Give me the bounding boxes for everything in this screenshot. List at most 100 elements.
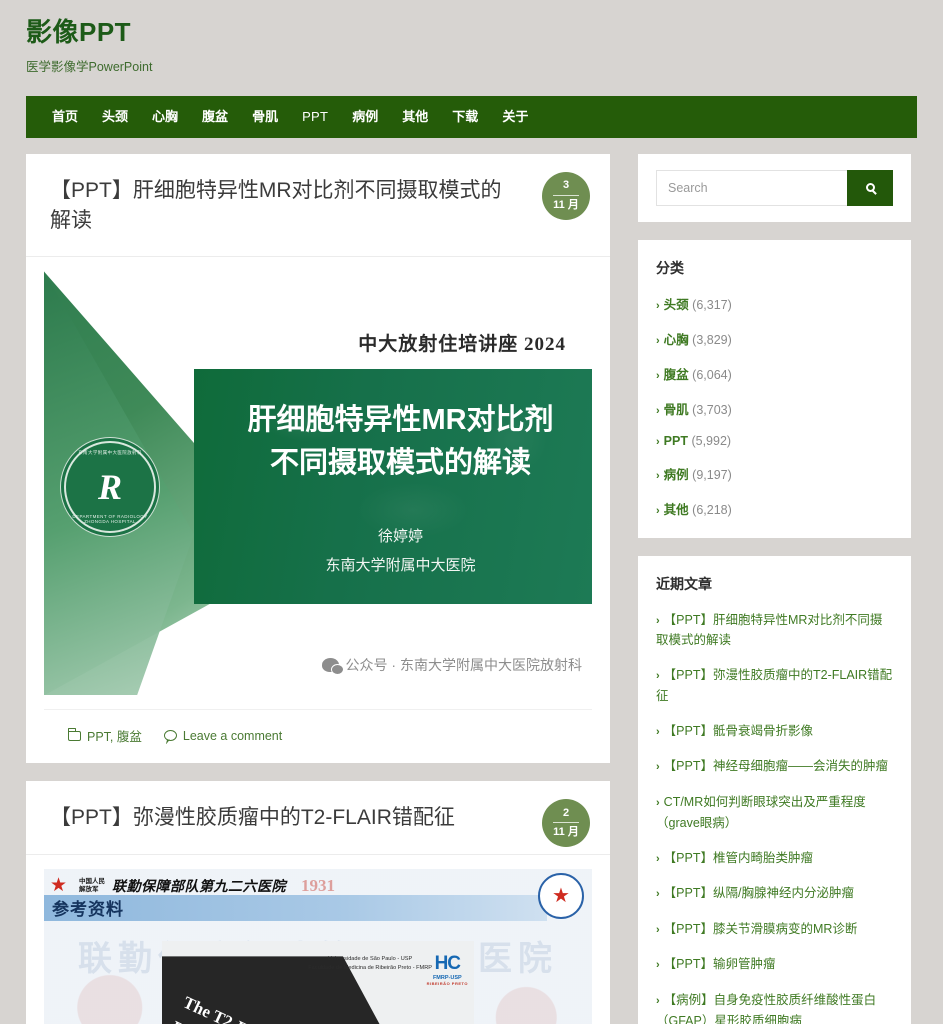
main-layout: 【PPT】肝细胞特异性MR对比剂不同摄取模式的解读 3 11 月 中大放射住培讲… — [0, 138, 943, 1024]
category-link[interactable]: 头颈 — [664, 298, 689, 312]
slide-footer-text: 公众号 · 东南大学附属中大医院放射科 — [345, 657, 582, 674]
comment-bubble-icon — [163, 730, 177, 742]
recent-post-link[interactable]: 【PPT】骶骨衰竭骨折影像 — [664, 724, 813, 738]
post-comment-link[interactable]: Leave a comment — [163, 729, 282, 743]
founding-year: 1931 — [301, 875, 335, 895]
nav-item-home[interactable]: 首页 — [40, 96, 90, 138]
slide-affiliation: 东南大学附属中大医院 — [325, 556, 476, 574]
category-count: (6,218) — [692, 502, 732, 517]
recent-posts-list: › 【PPT】肝细胞特异性MR对比剂不同摄取模式的解读 › 【PPT】弥漫性胶质瘤中… — [656, 610, 893, 1024]
recent-post-link[interactable]: 【PPT】肝细胞特异性MR对比剂不同摄取模式的解读 — [656, 613, 882, 648]
leave-comment-label[interactable]: Leave a comment — [183, 729, 282, 743]
post-categories[interactable]: PPT, 腹盆 — [67, 726, 142, 745]
nav-item-cases[interactable]: 病例 — [340, 96, 390, 138]
category-link[interactable]: 腹盆 — [664, 368, 689, 382]
nav-item-other[interactable]: 其他 — [390, 96, 440, 138]
search-input[interactable] — [656, 169, 847, 206]
chevron-right-icon: › — [656, 299, 660, 312]
category-link[interactable]: 其他 — [664, 503, 689, 517]
list-item[interactable]: › 【病例】自身免疫性胶质纤维酸性蛋白（GFAP）星形胶质细胞病 — [656, 990, 893, 1024]
list-item[interactable]: › 头颈 (6,317) — [656, 294, 893, 313]
chevron-right-icon: › — [656, 923, 660, 936]
list-item[interactable]: › CT/MR如何判断眼球突出及严重程度（grave眼病） — [656, 792, 893, 833]
recent-post-link[interactable]: CT/MR如何判断眼球突出及严重程度（grave眼病） — [656, 795, 866, 830]
list-item[interactable]: › 腹盆 (6,064) — [656, 364, 893, 383]
list-item[interactable]: › 其他 (6,218) — [656, 499, 893, 518]
recent-post-link[interactable]: 【PPT】膝关节滑膜病变的MR诊断 — [664, 922, 858, 936]
usp-affiliation: Universidade de São Paulo - USP Faculdad… — [308, 955, 432, 974]
list-item[interactable]: › 心胸 (3,829) — [656, 329, 893, 348]
folder-icon — [67, 727, 81, 741]
hc-logo-line-2: RIBEIRÃO PRETO — [426, 980, 468, 986]
list-item[interactable]: › 【PPT】输卵管肿瘤 — [656, 954, 893, 975]
site-header: 影像PPT 医学影像学PowerPoint — [0, 0, 943, 75]
nav-item-head-neck[interactable]: 头颈 — [90, 96, 140, 138]
chevron-right-icon: › — [656, 796, 660, 809]
featured-slide-image[interactable]: 中大放射住培讲座 2024 肝细胞特异性MR对比剂 不同摄取模式的解读 徐婷婷 … — [44, 271, 592, 696]
hospital-emblem-icon: ★ — [538, 872, 584, 919]
recent-post-link[interactable]: 【PPT】输卵管肿瘤 — [664, 957, 776, 971]
list-item[interactable]: › PPT (5,992) — [656, 434, 893, 448]
wechat-icon — [321, 658, 344, 676]
list-item[interactable]: › 【PPT】骶骨衰竭骨折影像 — [656, 721, 893, 742]
recent-post-link[interactable]: 【PPT】纵隔/胸腺神经内分泌肿瘤 — [664, 886, 854, 900]
list-item[interactable]: › 【PPT】肝细胞特异性MR对比剂不同摄取模式的解读 — [656, 610, 893, 651]
hospital-name: 联勤保障部队第九二六医院 — [112, 879, 286, 895]
nav-item-ppt[interactable]: PPT — [290, 96, 340, 138]
category-link[interactable]: 骨肌 — [664, 403, 689, 417]
category-count: (3,829) — [692, 332, 732, 347]
list-item[interactable]: › 【PPT】椎管内畸胎类肿瘤 — [656, 848, 893, 869]
article-title[interactable]: 【PPT】肝细胞特异性MR对比剂不同摄取模式的解读 — [50, 176, 520, 237]
post-meta: PPT, 腹盆 Leave a comment — [44, 709, 592, 763]
category-count: (6,064) — [692, 367, 732, 382]
slide-author-block: 徐婷婷 东南大学附属中大医院 — [219, 523, 582, 580]
article-card: 【PPT】弥漫性胶质瘤中的T2-FLAIR错配征 2 11 月 联勤保障部队第九… — [26, 781, 610, 1024]
post-category-links[interactable]: PPT, 腹盆 — [87, 726, 142, 745]
list-item[interactable]: › 【PPT】神经母细胞瘤——会消失的肿瘤 — [656, 756, 893, 777]
category-link[interactable]: 病例 — [664, 468, 689, 482]
list-item[interactable]: › 【PPT】弥漫性胶质瘤中的T2-FLAIR错配征 — [656, 665, 893, 706]
chevron-right-icon: › — [656, 670, 660, 683]
nav-item-about[interactable]: 关于 — [490, 96, 540, 138]
nav-item-abdomen-pelvis[interactable]: 腹盆 — [190, 96, 240, 138]
date-day: 2 — [553, 807, 579, 824]
recent-post-link[interactable]: 【PPT】神经母细胞瘤——会消失的肿瘤 — [664, 759, 888, 773]
category-link[interactable]: 心胸 — [664, 333, 689, 347]
chevron-right-icon: › — [656, 888, 660, 901]
list-item[interactable]: › 【PPT】膝关节滑膜病变的MR诊断 — [656, 919, 893, 940]
featured-slide-image[interactable]: 联勤保障部队第九二六医院 ★ 中国人民 解放军 联勤保障部队第九二六医院 193… — [44, 868, 592, 1024]
recent-posts-title: 近期文章 — [656, 575, 712, 592]
slide-title-line-1: 肝细胞特异性MR对比剂 — [247, 404, 554, 437]
category-count: (6,317) — [692, 297, 732, 312]
chevron-right-icon: › — [656, 404, 660, 417]
sidebar: 分类 › 头颈 (6,317) › 心胸 (3,829) › 腹盆 (6,064) ›… — [638, 153, 911, 1024]
list-item[interactable]: › 病例 (9,197) — [656, 464, 893, 483]
usp-line-2: Faculdade de Medicina de Ribeirão Preto … — [308, 965, 432, 972]
article-title[interactable]: 【PPT】弥漫性胶质瘤中的T2-FLAIR错配征 — [50, 803, 520, 833]
recent-post-link[interactable]: 【PPT】弥漫性胶质瘤中的T2-FLAIR错配征 — [656, 668, 892, 703]
recent-post-link[interactable]: 【病例】自身免疫性胶质纤维酸性蛋白（GFAP）星形胶质细胞病 — [656, 993, 876, 1024]
nav-item-musculoskeletal[interactable]: 骨肌 — [240, 96, 290, 138]
date-month: 11 月 — [553, 826, 579, 839]
nav-item-download[interactable]: 下载 — [440, 96, 490, 138]
list-item[interactable]: › 骨肌 (3,703) — [656, 399, 893, 418]
search-row — [656, 169, 893, 206]
date-month: 11 月 — [553, 198, 579, 211]
usp-line-1: Universidade de São Paulo - USP — [327, 955, 413, 962]
primary-navigation[interactable]: 首页 头颈 心胸 腹盆 骨肌 PPT 病例 其他 下载 关于 — [26, 95, 917, 138]
slide-author: 徐婷婷 — [377, 528, 423, 546]
pla-line-1: 中国人民 — [79, 878, 105, 886]
hc-logo-icon: HC FMRP-USP RIBEIRÃO PRETO — [427, 953, 468, 986]
embedded-slide-thumbnail: The T2-FLAIR MISMATCH SIGN DIFFUSE GLIOM… — [162, 940, 474, 1024]
list-item[interactable]: › 【PPT】纵隔/胸腺神经内分泌肿瘤 — [656, 883, 893, 904]
category-link[interactable]: PPT — [664, 434, 688, 448]
article-body: 中大放射住培讲座 2024 肝细胞特异性MR对比剂 不同摄取模式的解读 徐婷婷 … — [26, 257, 610, 763]
chevron-right-icon: › — [656, 504, 660, 517]
category-count: (3,703) — [692, 402, 732, 417]
site-title[interactable]: 影像PPT — [26, 18, 943, 47]
date-badge: 2 11 月 — [542, 799, 590, 848]
pla-star-icon: ★ — [50, 874, 68, 896]
nav-item-cardiothoracic[interactable]: 心胸 — [140, 96, 190, 138]
recent-post-link[interactable]: 【PPT】椎管内畸胎类肿瘤 — [664, 851, 813, 865]
search-button[interactable] — [847, 169, 893, 206]
